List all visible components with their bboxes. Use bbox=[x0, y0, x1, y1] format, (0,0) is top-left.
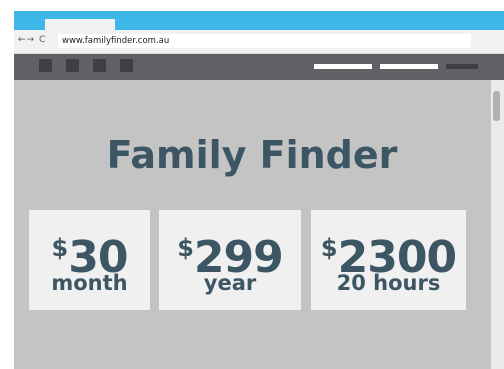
currency-symbol: $ bbox=[51, 234, 69, 262]
price-card-month[interactable]: $30 month bbox=[29, 210, 150, 310]
currency-symbol: $ bbox=[177, 234, 194, 262]
nav-buttons[interactable]: ←→ C bbox=[18, 35, 46, 45]
tab-bar bbox=[14, 11, 504, 30]
url-field[interactable]: www.familyfinder.com.au bbox=[58, 34, 471, 48]
browser-tab[interactable] bbox=[45, 19, 115, 30]
nav-link-1[interactable] bbox=[314, 64, 372, 69]
scrollbar[interactable] bbox=[491, 80, 504, 369]
scroll-thumb[interactable] bbox=[493, 91, 500, 121]
page-content: Family Finder $30 month $299 year $2300 … bbox=[14, 80, 490, 369]
nav-link-3[interactable] bbox=[446, 64, 478, 69]
nav-square-1[interactable] bbox=[39, 59, 52, 72]
browser-window: ←→ C www.familyfinder.com.au Family Find… bbox=[14, 11, 504, 369]
nav-square-2[interactable] bbox=[66, 59, 79, 72]
site-nav-bar bbox=[14, 54, 504, 80]
price-period: year bbox=[203, 271, 257, 295]
price-card-hours[interactable]: $2300 20 hours bbox=[311, 210, 466, 310]
page-title: Family Finder bbox=[106, 133, 398, 177]
address-bar: ←→ C www.familyfinder.com.au bbox=[14, 30, 504, 54]
currency-symbol: $ bbox=[320, 234, 338, 262]
price-period: 20 hours bbox=[336, 271, 441, 295]
price-card-year[interactable]: $299 year bbox=[159, 210, 301, 310]
nav-square-3[interactable] bbox=[93, 59, 106, 72]
nav-square-4[interactable] bbox=[120, 59, 133, 72]
price-period: month bbox=[51, 271, 128, 295]
nav-link-2[interactable] bbox=[380, 64, 438, 69]
